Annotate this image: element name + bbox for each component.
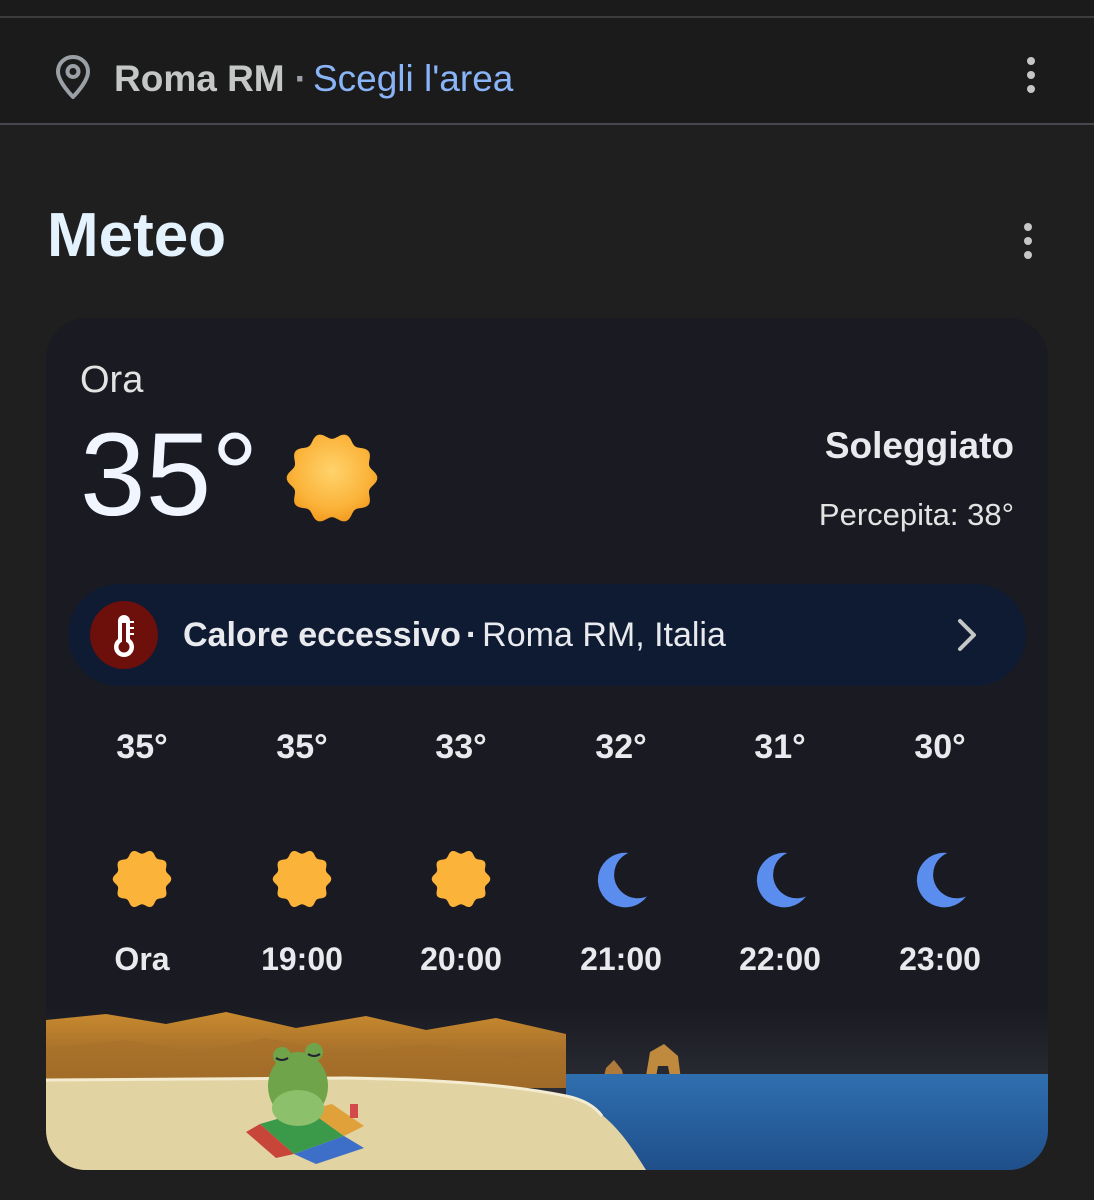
hourly-item[interactable]: 35° Ora (62, 718, 222, 988)
hourly-temperature: 35° (116, 728, 168, 766)
current-label: Ora (80, 359, 144, 401)
alert-text: Calore eccessivo · Roma RM, Italia (183, 612, 726, 658)
location-pin-icon (56, 55, 90, 99)
weather-more-menu-icon[interactable] (1013, 218, 1043, 264)
top-divider-strip (0, 0, 1094, 18)
sun-icon (431, 850, 491, 908)
location-bar: Roma RM · Scegli l'area (0, 18, 1094, 125)
hourly-time: 23:00 (899, 941, 981, 977)
weather-card[interactable]: Ora 35° Soleggiato Percepita: 38° Calore… (46, 318, 1048, 1170)
chevron-right-icon[interactable] (954, 617, 980, 653)
hourly-item[interactable]: 32° 21:00 (541, 718, 701, 988)
hourly-temperature: 33° (435, 728, 487, 766)
hourly-temperature: 31° (754, 728, 806, 766)
moon-icon (916, 852, 967, 908)
hourly-item[interactable]: 33° 20:00 (381, 718, 541, 988)
hourly-item[interactable]: 30° 23:00 (860, 718, 1020, 988)
hourly-time: 22:00 (739, 941, 821, 977)
alert-separator: · (465, 616, 478, 654)
location-name: Roma RM (114, 58, 285, 99)
hourly-forecast[interactable]: 35° Ora 35° 19:00 33° 20:00 32° 21:00 31° 22:00 30… (46, 718, 1048, 988)
hourly-time: Ora (114, 941, 170, 977)
current-temperature: 35° (80, 409, 259, 541)
hourly-temperature: 35° (276, 728, 328, 766)
alert-place: Roma RM, Italia (482, 616, 726, 654)
hourly-temperature: 32° (595, 728, 647, 766)
hourly-time: 21:00 (580, 941, 662, 977)
location-text: Roma RM · Scegli l'area (114, 56, 513, 102)
hourly-time: 19:00 (261, 941, 343, 977)
moon-icon (597, 852, 648, 908)
hourly-item[interactable]: 35° 19:00 (222, 718, 382, 988)
choose-area-link[interactable]: Scegli l'area (313, 58, 513, 99)
moon-icon (756, 852, 807, 908)
current-condition: Soleggiato (824, 425, 1014, 466)
section-title: Meteo (47, 201, 227, 270)
hourly-time: 20:00 (420, 941, 502, 977)
feels-like: Percepita: 38° (818, 497, 1014, 532)
alert-badge (90, 601, 158, 669)
sun-icon (272, 850, 332, 908)
location-more-menu-icon[interactable] (1016, 52, 1046, 98)
alert-title: Calore eccessivo (183, 616, 461, 654)
heat-alert-banner[interactable]: Calore eccessivo · Roma RM, Italia (68, 584, 1026, 686)
hourly-temperature: 30° (914, 728, 966, 766)
sun-icon (112, 850, 172, 908)
hourly-item[interactable]: 31° 22:00 (700, 718, 860, 988)
beach-illustration (46, 1008, 1048, 1170)
location-separator: · (294, 58, 307, 99)
thermometer-icon (114, 615, 134, 657)
sun-icon (286, 434, 378, 522)
